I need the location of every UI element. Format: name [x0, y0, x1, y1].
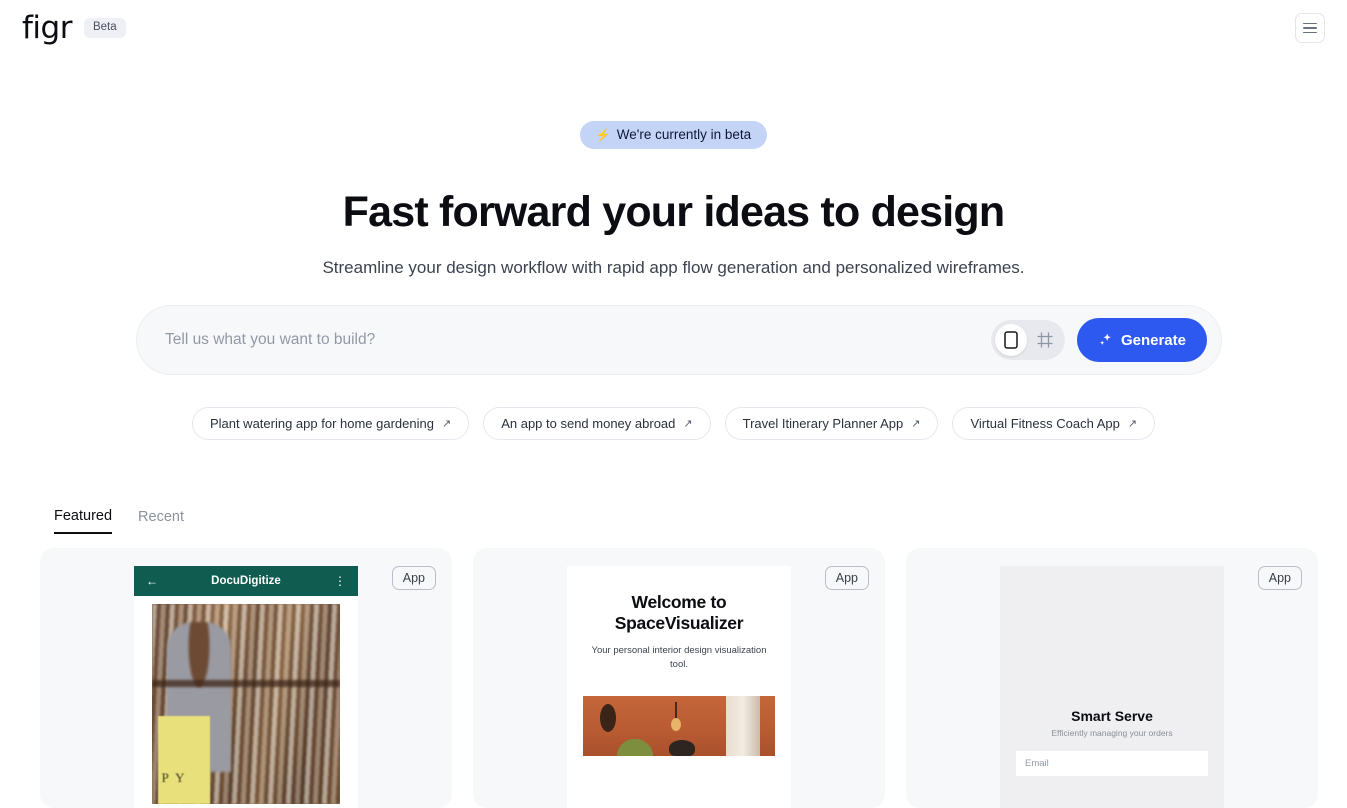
card-preview: ← DocuDigitize ⋮ P Y [134, 566, 358, 808]
card-preview: Welcome to SpaceVisualizer Your personal… [567, 566, 791, 808]
prompt-input[interactable] [165, 306, 991, 374]
library-photo: P Y [152, 604, 340, 804]
sparkles-icon [1099, 333, 1111, 345]
suggestion-chips: Plant watering app for home gardening ↗ … [0, 407, 1347, 440]
preview-subtitle: Efficiently managing your orders [1051, 728, 1173, 738]
interior-photo [583, 695, 775, 756]
preview-appbar-title: DocuDigitize [211, 575, 281, 587]
suggestion-chip-label: Virtual Fitness Coach App [970, 416, 1120, 431]
arrow-left-icon: ← [146, 574, 158, 588]
photo-book-text: P Y [161, 770, 187, 785]
card-type-badge: App [824, 566, 869, 590]
template-card[interactable]: App Welcome to SpaceVisualizer Your pers… [473, 548, 885, 808]
preview-title: Smart Serve [1071, 708, 1153, 724]
arrow-up-right-icon: ↗ [683, 418, 693, 430]
frame-icon [1037, 332, 1053, 348]
hero-section: ⚡ We're currently in beta Fast forward y… [0, 0, 1347, 278]
photo-door [725, 695, 760, 756]
suggestion-chip-label: Travel Itinerary Planner App [742, 416, 904, 431]
generate-button[interactable]: Generate [1076, 318, 1207, 362]
suggestion-chip[interactable]: Travel Itinerary Planner App ↗ [724, 407, 939, 440]
template-card[interactable]: App Smart Serve Efficiently managing you… [906, 548, 1318, 808]
card-preview: Smart Serve Efficiently managing your or… [1000, 566, 1224, 808]
photo-pot [669, 739, 696, 756]
template-card[interactable]: App ← DocuDigitize ⋮ P Y [40, 548, 452, 808]
tab-recent[interactable]: Recent [138, 508, 184, 534]
photo-book: P Y [157, 716, 210, 804]
photo-mirror [600, 703, 617, 732]
suggestion-chip-label: An app to send money abroad [501, 416, 676, 431]
photo-bulb [671, 717, 682, 731]
kebab-menu-icon: ⋮ [333, 574, 346, 588]
gallery-tabs: Featured Recent [54, 508, 184, 534]
generate-button-label: Generate [1120, 331, 1186, 349]
card-type-badge: App [391, 566, 436, 590]
preview-hero-placeholder [1000, 566, 1224, 700]
tab-featured[interactable]: Featured [54, 508, 113, 534]
photo-plant [613, 735, 656, 756]
template-gallery: App ← DocuDigitize ⋮ P Y App Welcome to … [40, 548, 1318, 808]
toggle-mobile-view[interactable] [994, 324, 1027, 356]
suggestion-chip[interactable]: An app to send money abroad ↗ [483, 407, 711, 440]
suggestion-chip[interactable]: Plant watering app for home gardening ↗ [191, 407, 470, 440]
page-subtitle: Streamline your design workflow with rap… [322, 257, 1025, 277]
preview-body: Smart Serve Efficiently managing your or… [1000, 700, 1224, 808]
beta-pill-label: We're currently in beta [616, 127, 752, 142]
preview-photo-wrap: P Y [134, 596, 358, 804]
preview-email-field[interactable]: Email [1016, 751, 1208, 776]
page-title: Fast forward your ideas to design [342, 187, 1006, 236]
view-mode-toggle [990, 320, 1065, 360]
lightning-bolt-icon: ⚡ [595, 127, 611, 142]
arrow-up-right-icon: ↗ [911, 418, 921, 430]
suggestion-chip-label: Plant watering app for home gardening [209, 416, 434, 431]
suggestion-chip[interactable]: Virtual Fitness Coach App ↗ [952, 407, 1156, 440]
arrow-up-right-icon: ↗ [441, 418, 452, 430]
preview-appbar: ← DocuDigitize ⋮ [134, 566, 358, 596]
phone-icon [1004, 331, 1018, 349]
preview-subtitle: Your personal interior design visualizat… [591, 645, 767, 671]
card-type-badge: App [1257, 566, 1302, 590]
preview-title: Welcome to SpaceVisualizer [614, 592, 744, 633]
prompt-bar: Generate [136, 305, 1222, 375]
toggle-frame-view[interactable] [1029, 324, 1061, 356]
preview-body: Welcome to SpaceVisualizer Your personal… [567, 566, 791, 672]
arrow-up-right-icon: ↗ [1127, 418, 1138, 430]
beta-announcement-pill[interactable]: ⚡ We're currently in beta [579, 121, 768, 149]
